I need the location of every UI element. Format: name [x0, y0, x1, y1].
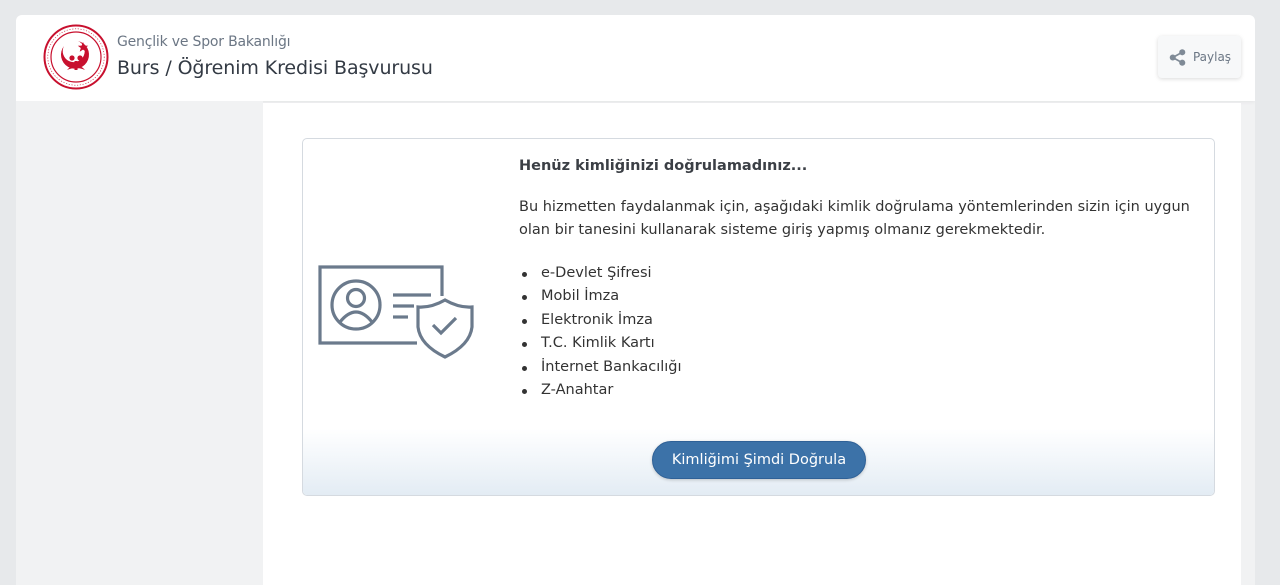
identity-verification-card: Henüz kimliğinizi doğrulamadınız... Bu h… [302, 138, 1215, 496]
list-item: T.C. Kimlik Kartı [519, 332, 682, 355]
card-description: Bu hizmetten faydalanmak için, aşağıdaki… [519, 199, 1190, 238]
main-content: Henüz kimliğinizi doğrulamadınız... Bu h… [263, 103, 1241, 585]
list-item: Mobil İmza [519, 285, 682, 308]
list-item: Elektronik İmza [519, 309, 682, 332]
list-item: İnternet Bankacılığı [519, 356, 682, 379]
share-icon [1169, 48, 1186, 66]
share-button[interactable]: Paylaş [1158, 36, 1241, 78]
page-title: Burs / Öğrenim Kredisi Başvurusu [117, 57, 433, 79]
share-label: Paylaş [1192, 50, 1232, 64]
app-frame: Gençlik ve Spor Bakanlığı Burs / Öğrenim… [16, 15, 1255, 585]
id-card-shield-icon [318, 265, 476, 363]
verification-methods-list: e-Devlet Şifresi Mobil İmza Elektronik İ… [519, 262, 682, 402]
sidebar [16, 101, 263, 585]
header: Gençlik ve Spor Bakanlığı Burs / Öğrenim… [16, 15, 1255, 101]
list-item: e-Devlet Şifresi [519, 262, 682, 285]
verify-identity-button[interactable]: Kimliğimi Şimdi Doğrula [652, 441, 866, 479]
ministry-logo-icon[interactable] [43, 24, 109, 90]
card-title: Henüz kimliğinizi doğrulamadınız... [519, 158, 808, 174]
ministry-name: Gençlik ve Spor Bakanlığı [117, 34, 291, 50]
list-item: Z-Anahtar [519, 379, 682, 402]
